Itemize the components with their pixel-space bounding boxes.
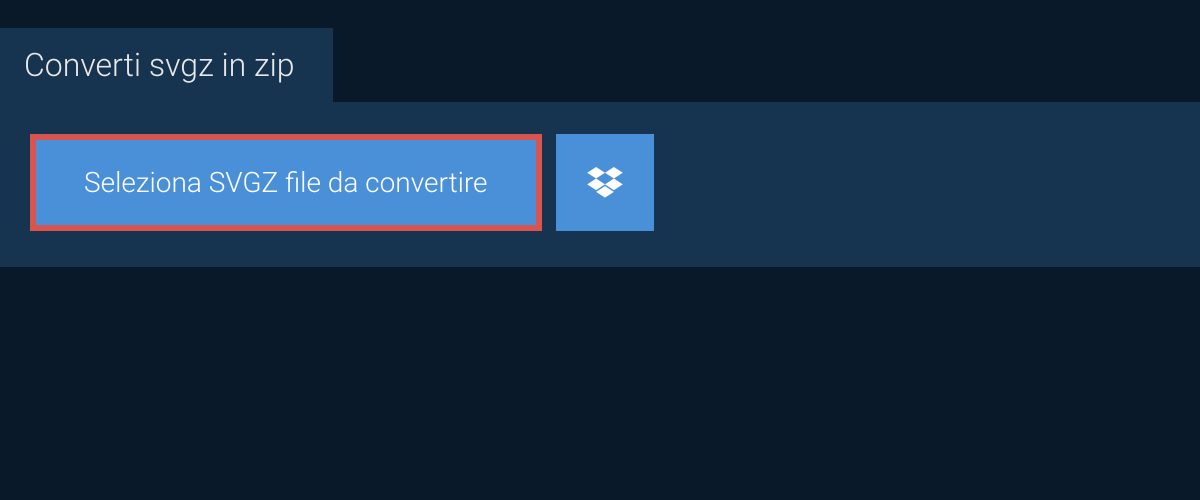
tab-convert[interactable]: Converti svgz in zip <box>0 28 333 102</box>
select-file-button[interactable]: Seleziona SVGZ file da convertire <box>30 134 542 231</box>
button-row: Seleziona SVGZ file da convertire <box>30 134 1170 231</box>
dropbox-icon <box>587 167 623 199</box>
tab-label: Converti svgz in zip <box>24 46 295 84</box>
upload-panel: Seleziona SVGZ file da convertire <box>0 102 1200 267</box>
select-file-button-label: Seleziona SVGZ file da convertire <box>84 166 488 199</box>
tab-bar: Converti svgz in zip <box>0 0 1200 102</box>
dropbox-button[interactable] <box>556 134 654 231</box>
